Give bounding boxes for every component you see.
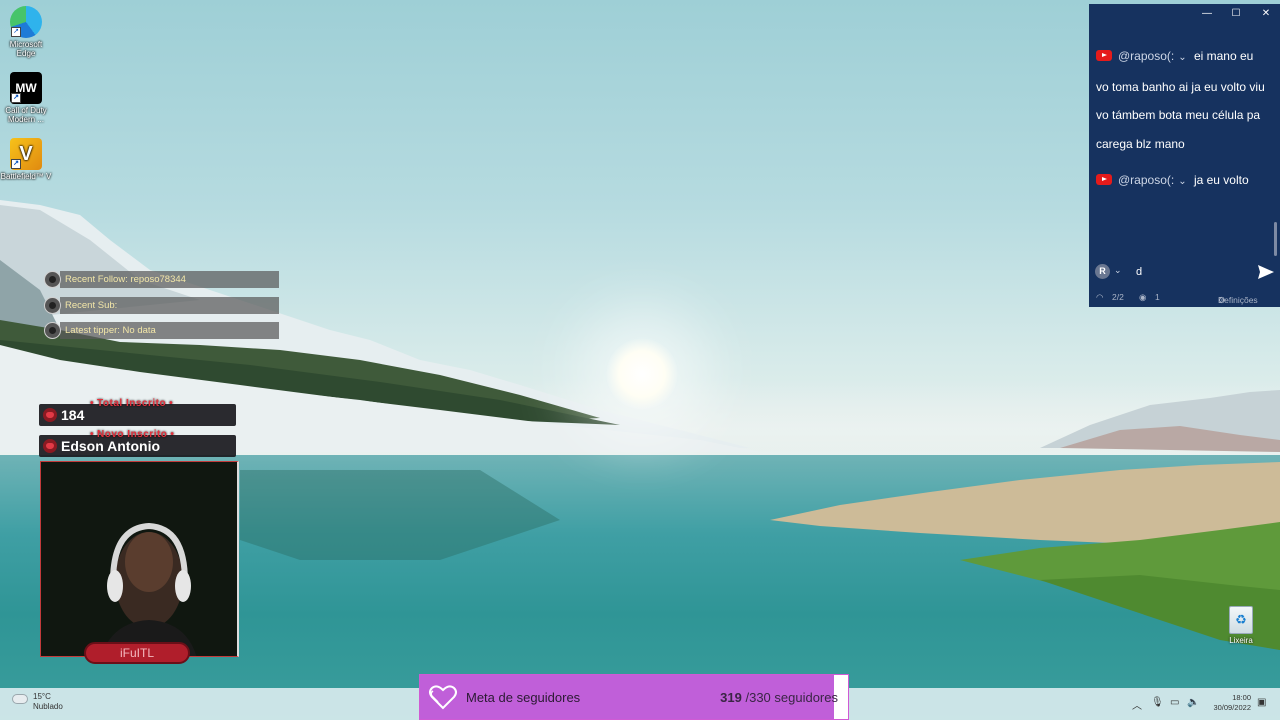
desktop-icon-label: Battlefield™ V: [0, 172, 52, 181]
message-count: 2/2: [1112, 292, 1124, 302]
recent-sub-bar: Recent Sub:: [42, 297, 279, 314]
heart-icon: [43, 439, 57, 453]
desktop-icon-recycle-bin[interactable]: ♻ Lixeira: [1223, 606, 1259, 645]
rss-icon: ◠: [1096, 292, 1104, 302]
desktop-icon-label: Call of Duty Modern ...: [5, 106, 47, 124]
desktop-icon-call-of-duty[interactable]: MW ↗ Call of Duty Modern ...: [0, 72, 52, 124]
follower-goal-bar: Meta de seguidores 319 /330 seguidores: [419, 674, 849, 720]
recent-sub-text: Recent Sub:: [65, 300, 118, 311]
hearts-icon: [429, 685, 457, 710]
desktop-icon-battlefield[interactable]: V ↗ Battlefield™ V: [0, 138, 52, 181]
desktop-icon-label: Microsoft Edge: [9, 40, 43, 58]
close-button[interactable]: ✕: [1259, 7, 1273, 21]
youtube-icon: [1096, 174, 1112, 185]
user-icon: [44, 297, 61, 314]
chat-username[interactable]: @raposo(:: [1118, 49, 1174, 63]
chat-footer: ◠ 2/2 ◉ 1 ⚙ Definições: [1096, 292, 1258, 305]
notification-icon[interactable]: ▣: [1257, 697, 1266, 708]
user-icon: [44, 271, 61, 288]
cloud-icon: [12, 694, 28, 704]
call-of-duty-icon: MW ↗: [10, 72, 42, 104]
streamer-silhouette: [41, 462, 237, 656]
webcam-feed: 0: [40, 461, 239, 657]
novo-inscrito-caption: Novo Inscrito: [87, 429, 177, 440]
chat-messages: @raposo(: ⌄ ei mano eu vo toma banho ai j…: [1089, 24, 1272, 239]
volume-icon[interactable]: 🔈: [1187, 697, 1199, 708]
goal-count: 319 /330 seguidores: [720, 690, 838, 705]
total-inscrito-caption: Total Inscrito: [87, 398, 176, 409]
maximize-button[interactable]: ☐: [1229, 7, 1243, 21]
edge-icon: ↗: [10, 6, 42, 38]
chat-message-text: ja eu volto: [1193, 173, 1249, 187]
desktop-icon-label: Lixeira: [1229, 636, 1253, 645]
send-icon[interactable]: [1257, 264, 1275, 280]
recent-follow-text: Recent Follow: reposo78344: [65, 274, 186, 285]
battlefield-icon: V ↗: [10, 138, 42, 170]
weather-temp: 15°C: [33, 692, 51, 701]
clock-date: 30/09/2022: [1213, 703, 1251, 712]
youtube-chat-window: — ☐ ✕ @raposo(: ⌄ ei mano eu vo toma banh…: [1089, 4, 1280, 307]
recycle-bin-icon: ♻: [1229, 606, 1253, 634]
taskbar-clock[interactable]: 18:00 30/09/2022: [1203, 693, 1251, 713]
eye-icon: ◉: [1139, 292, 1147, 302]
weather-condition: Nublado: [33, 702, 63, 711]
user-icon: [44, 322, 61, 339]
chat-input-row: R ⌄ d: [1089, 262, 1280, 284]
viewer-count-chat: 1: [1155, 292, 1160, 302]
chevron-up-icon[interactable]: ︿: [1132, 697, 1142, 712]
chevron-down-icon[interactable]: ⌄: [1178, 176, 1186, 187]
chevron-down-icon[interactable]: ⌄: [1114, 265, 1122, 276]
heart-icon: [43, 408, 57, 422]
desktop-icon-edge[interactable]: ↗ Microsoft Edge: [0, 6, 52, 58]
avatar[interactable]: R: [1095, 264, 1110, 279]
chevron-down-icon[interactable]: ⌄: [1178, 52, 1186, 63]
goal-label: Meta de seguidores: [466, 690, 581, 705]
sun: [606, 338, 678, 410]
chat-input[interactable]: d: [1136, 266, 1142, 278]
youtube-icon: [1096, 50, 1112, 61]
chat-message-text: ei mano eu vo toma banho ai ja eu volto …: [1096, 49, 1265, 151]
chat-username[interactable]: @raposo(:: [1118, 173, 1174, 187]
minimize-button[interactable]: —: [1200, 7, 1214, 21]
total-inscrito-value: 184: [61, 407, 85, 423]
microphone-icon[interactable]: 🎙: [1151, 697, 1164, 708]
chat-message: @raposo(: ⌄ ja eu volto: [1089, 166, 1272, 197]
chat-message: @raposo(: ⌄ ei mano eu vo toma banho ai j…: [1089, 42, 1272, 158]
streamer-name-tag: iFuITL: [84, 642, 190, 664]
latest-tipper-text: Latest tipper: No data: [65, 325, 156, 336]
clock-time: 18:00: [1232, 693, 1251, 702]
total-inscrito-counter: 184 Total Inscrito: [39, 398, 236, 426]
novo-inscrito-value: Edson Antonio: [61, 438, 161, 454]
recent-follow-bar: Recent Follow: reposo78344: [42, 271, 279, 288]
network-icon[interactable]: ▭: [1170, 697, 1179, 708]
weather-widget[interactable]: 15°C Nublado: [12, 692, 63, 712]
latest-tipper-bar: Latest tipper: No data: [42, 322, 279, 339]
chat-scrollbar[interactable]: [1274, 222, 1277, 256]
novo-inscrito-counter: Edson Antonio Novo Inscrito: [39, 429, 236, 457]
chat-titlebar: — ☐ ✕: [1089, 4, 1280, 24]
